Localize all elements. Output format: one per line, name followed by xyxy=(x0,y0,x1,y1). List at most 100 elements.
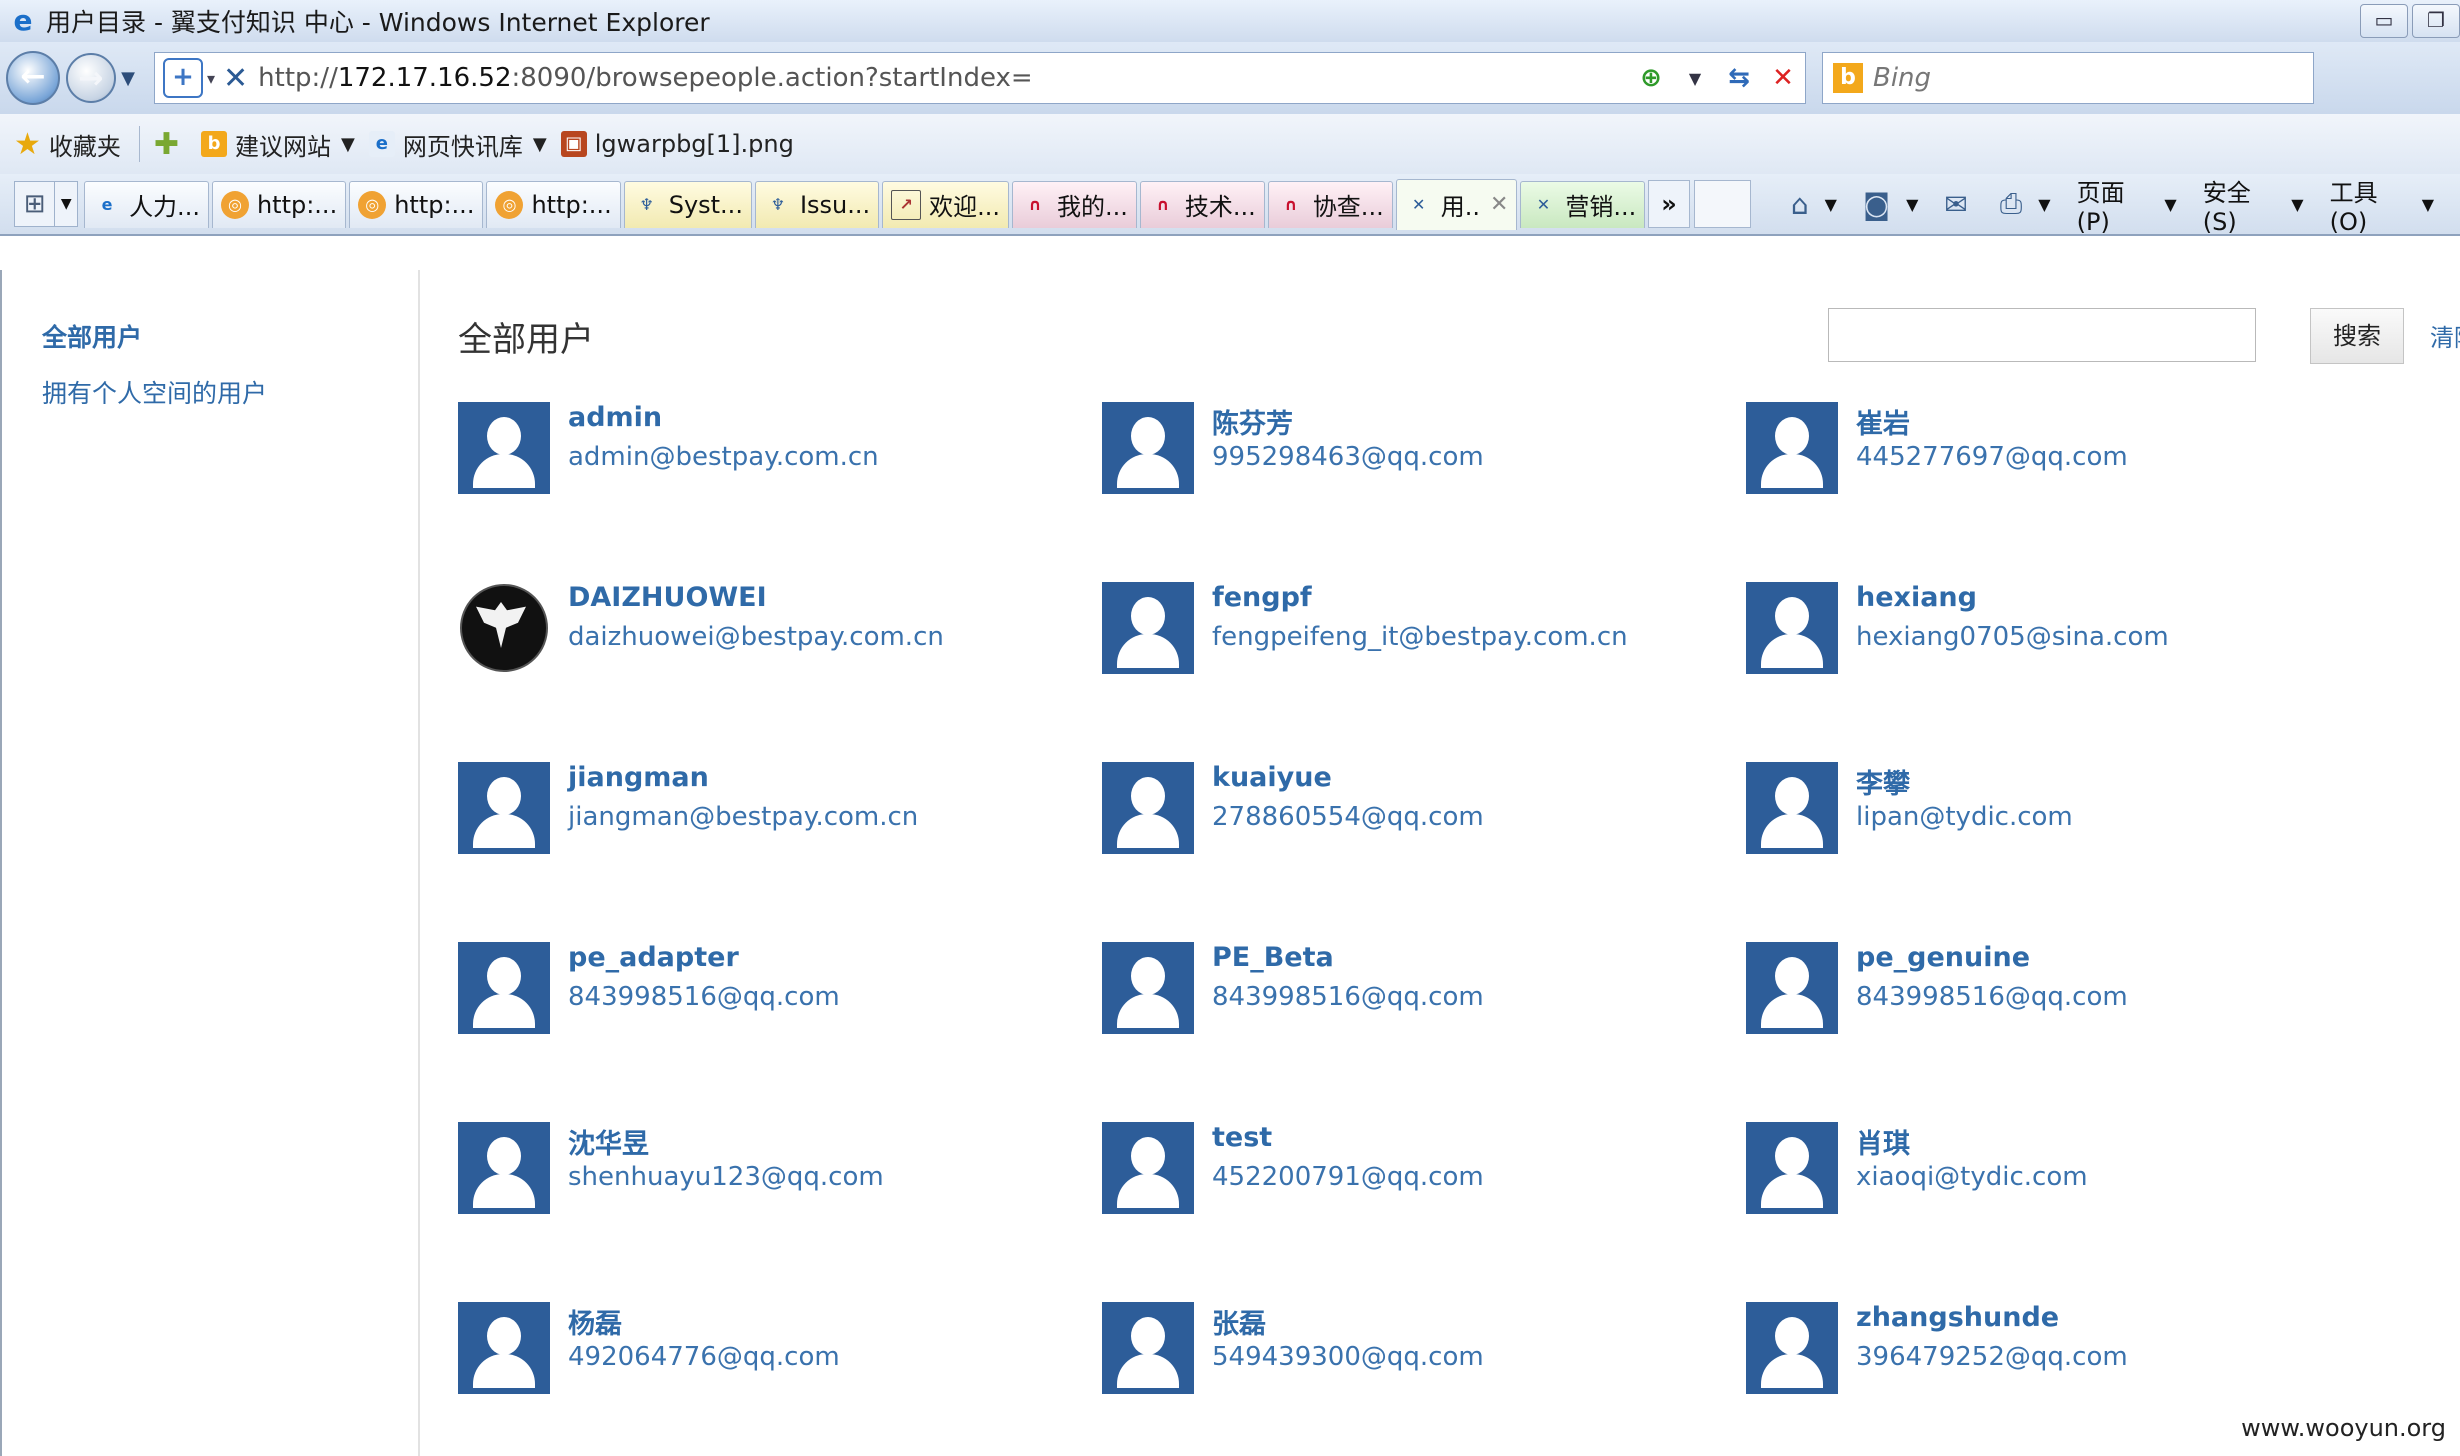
user-card[interactable]: zhangshunde 396479252@qq.com xyxy=(1746,1302,2386,1402)
user-email-link[interactable]: 278860554@qq.com xyxy=(1212,802,1484,832)
user-name-link[interactable]: 沈华昱 xyxy=(568,1122,649,1161)
user-name-link[interactable]: pe_genuine xyxy=(1856,942,2030,973)
user-email-link[interactable]: shenhuayu123@qq.com xyxy=(568,1162,884,1192)
tab-9[interactable]: ∩ 技术... xyxy=(1139,180,1265,228)
default-avatar-icon[interactable] xyxy=(1102,762,1194,854)
user-card[interactable]: 李攀 lipan@tydic.com xyxy=(1746,762,2386,862)
user-name-link[interactable]: DAIZHUOWEI xyxy=(568,582,767,613)
url-text[interactable]: http://172.17.16.52:8090/browsepeople.ac… xyxy=(258,63,1629,93)
add-go-icon[interactable]: ⊕ xyxy=(1629,63,1673,93)
refresh-icon[interactable]: ⇆ xyxy=(1717,63,1761,93)
user-card[interactable]: pe_adapter 843998516@qq.com xyxy=(458,942,1098,1042)
user-card[interactable]: hexiang hexiang0705@sina.com xyxy=(1746,582,2386,682)
sidebar-item-all-users[interactable]: 全部用户 xyxy=(42,318,142,354)
close-tab-icon[interactable]: ✕ xyxy=(1490,192,1508,217)
user-name-link[interactable]: test xyxy=(1212,1122,1272,1153)
user-email-link[interactable]: xiaoqi@tydic.com xyxy=(1856,1162,2088,1192)
user-card[interactable]: 杨磊 492064776@qq.com xyxy=(458,1302,1098,1402)
default-avatar-icon[interactable] xyxy=(1102,1302,1194,1394)
user-name-link[interactable]: pe_adapter xyxy=(568,942,739,973)
user-card[interactable]: pe_genuine 843998516@qq.com xyxy=(1746,942,2386,1042)
user-name-link[interactable]: 陈芬芳 xyxy=(1212,402,1293,441)
user-card[interactable]: jiangman jiangman@bestpay.com.cn xyxy=(458,762,1098,862)
default-avatar-icon[interactable] xyxy=(1746,762,1838,854)
address-bar[interactable]: + ▾ ✕ http://172.17.16.52:8090/browsepeo… xyxy=(154,52,1806,104)
user-name-link[interactable]: 杨磊 xyxy=(568,1302,622,1341)
default-avatar-icon[interactable] xyxy=(458,762,550,854)
user-name-link[interactable]: 李攀 xyxy=(1856,762,1910,801)
chevron-down-icon[interactable]: ▼ xyxy=(533,134,547,155)
fav-item-web-slice[interactable]: e 网页快讯库 ▼ xyxy=(368,127,547,162)
new-tab-button[interactable] xyxy=(1693,180,1751,228)
chevron-down-icon[interactable]: ▼ xyxy=(1906,195,1918,214)
fav-item-suggested-sites[interactable]: b 建议网站 ▼ xyxy=(201,127,355,162)
chevron-down-icon[interactable]: ▾ xyxy=(207,69,215,88)
restore-button[interactable]: ❐ xyxy=(2412,4,2460,38)
feeds-button[interactable]: ◙ ▼ xyxy=(1863,188,1918,221)
tab-4[interactable]: ◎ http:... xyxy=(486,180,621,228)
default-avatar-icon[interactable] xyxy=(458,1122,550,1214)
compatibility-shield-icon[interactable]: + xyxy=(163,58,203,98)
user-email-link[interactable]: 396479252@qq.com xyxy=(1856,1342,2128,1372)
user-email-link[interactable]: 843998516@qq.com xyxy=(1856,982,2128,1012)
chevron-down-icon[interactable]: ▼ xyxy=(2038,195,2050,214)
user-email-link[interactable]: lipan@tydic.com xyxy=(1856,802,2073,832)
home-button[interactable]: ⌂ ▼ xyxy=(1791,188,1837,221)
search-box[interactable]: b Bing xyxy=(1822,52,2314,104)
tab-8[interactable]: ∩ 我的... xyxy=(1012,180,1137,228)
add-favorite-button[interactable]: ✚ xyxy=(154,127,187,162)
user-name-link[interactable]: admin xyxy=(568,402,662,433)
default-avatar-icon[interactable] xyxy=(458,402,550,494)
user-email-link[interactable]: 445277697@qq.com xyxy=(1856,442,2128,472)
user-email-link[interactable]: 549439300@qq.com xyxy=(1212,1342,1484,1372)
user-email-link[interactable]: 843998516@qq.com xyxy=(1212,982,1484,1012)
user-name-link[interactable]: fengpf xyxy=(1212,582,1312,613)
sidebar-item-users-with-space[interactable]: 拥有个人空间的用户 xyxy=(42,374,267,410)
default-avatar-icon[interactable] xyxy=(1102,942,1194,1034)
mail-button[interactable]: ✉ xyxy=(1944,188,1973,221)
user-card[interactable]: 张磊 549439300@qq.com xyxy=(1102,1302,1742,1402)
user-card[interactable]: fengpf fengpeifeng_it@bestpay.com.cn xyxy=(1102,582,1742,682)
tab-7[interactable]: ↗ 欢迎... xyxy=(882,180,1010,228)
history-dropdown-icon[interactable]: ▼ xyxy=(116,68,140,89)
tab-6[interactable]: ♆ Issu... xyxy=(754,180,880,228)
user-email-link[interactable]: 492064776@qq.com xyxy=(568,1342,840,1372)
default-avatar-icon[interactable] xyxy=(1746,582,1838,674)
user-card[interactable]: admin admin@bestpay.com.cn xyxy=(458,402,1098,502)
default-avatar-icon[interactable] xyxy=(1746,1122,1838,1214)
print-button[interactable]: ⎙ ▼ xyxy=(2000,187,2051,221)
clear-link[interactable]: 清除 xyxy=(2430,318,2460,353)
user-card[interactable]: 肖琪 xiaoqi@tydic.com xyxy=(1746,1122,2386,1222)
user-name-link[interactable]: 张磊 xyxy=(1212,1302,1266,1341)
user-email-link[interactable]: 843998516@qq.com xyxy=(568,982,840,1012)
user-card[interactable]: kuaiyue 278860554@qq.com xyxy=(1102,762,1742,862)
user-name-link[interactable]: jiangman xyxy=(568,762,709,793)
default-avatar-icon[interactable] xyxy=(1102,402,1194,494)
default-avatar-icon[interactable] xyxy=(1746,1302,1838,1394)
user-email-link[interactable]: jiangman@bestpay.com.cn xyxy=(568,802,918,832)
user-card[interactable]: 沈华昱 shenhuayu123@qq.com xyxy=(458,1122,1098,1222)
default-avatar-icon[interactable] xyxy=(1102,1122,1194,1214)
search-button[interactable]: 搜索 xyxy=(2310,308,2404,364)
user-name-link[interactable]: zhangshunde xyxy=(1856,1302,2059,1333)
tools-menu[interactable]: 工具(O) ▼ xyxy=(2330,173,2434,236)
tab-5[interactable]: ♆ Syst... xyxy=(623,180,752,228)
user-name-link[interactable]: hexiang xyxy=(1856,582,1977,613)
tab-10[interactable]: ∩ 协查... xyxy=(1267,180,1393,228)
chevron-down-icon[interactable]: ▼ xyxy=(341,134,355,155)
stop-icon[interactable]: ✕ xyxy=(1761,63,1805,93)
back-button[interactable]: ← xyxy=(6,51,60,105)
minimize-button[interactable]: ▭ xyxy=(2360,4,2408,38)
user-email-link[interactable]: hexiang0705@sina.com xyxy=(1856,622,2169,652)
safety-menu[interactable]: 安全(S) ▼ xyxy=(2203,173,2304,236)
user-name-link[interactable]: 肖琪 xyxy=(1856,1122,1910,1161)
tab-12[interactable]: ✕ 营销... xyxy=(1520,180,1646,228)
favorites-button[interactable]: ★ 收藏夹 xyxy=(14,127,121,162)
tab-2[interactable]: ◎ http:... xyxy=(211,180,347,228)
forward-button[interactable]: → xyxy=(66,53,116,103)
default-avatar-icon[interactable] xyxy=(458,942,550,1034)
default-avatar-icon[interactable] xyxy=(1746,402,1838,494)
fav-item-image[interactable]: ▣ lgwarpbg[1].png xyxy=(560,130,794,158)
user-card[interactable]: DAIZHUOWEI daizhuowei@bestpay.com.cn xyxy=(458,582,1098,682)
user-name-link[interactable]: kuaiyue xyxy=(1212,762,1332,793)
